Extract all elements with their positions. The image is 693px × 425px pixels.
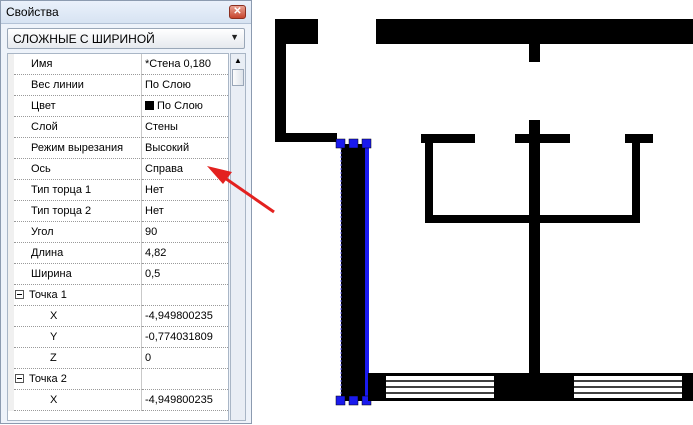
- wall-segment[interactable]: [632, 143, 640, 223]
- wall-segment[interactable]: [425, 215, 640, 223]
- selected-wall[interactable]: [341, 144, 368, 401]
- grip-handle[interactable]: [348, 395, 359, 406]
- wall-segment[interactable]: [625, 134, 653, 143]
- wall-axis-line: [365, 144, 369, 401]
- wall-segment[interactable]: [515, 134, 570, 143]
- wall-segment[interactable]: [275, 19, 318, 44]
- wall-segment[interactable]: [421, 134, 475, 143]
- cad-drawing-canvas[interactable]: [253, 0, 693, 425]
- grip-handle[interactable]: [335, 138, 346, 149]
- wall-segment[interactable]: [275, 133, 337, 142]
- grip-handle[interactable]: [348, 138, 359, 149]
- wall-segment[interactable]: [275, 44, 286, 136]
- wall-segment[interactable]: [529, 44, 540, 62]
- wall-segment[interactable]: [425, 143, 433, 223]
- wall-segment[interactable]: [376, 19, 693, 44]
- grip-handle[interactable]: [361, 138, 372, 149]
- wall-segment[interactable]: [529, 120, 540, 373]
- grip-handle[interactable]: [335, 395, 346, 406]
